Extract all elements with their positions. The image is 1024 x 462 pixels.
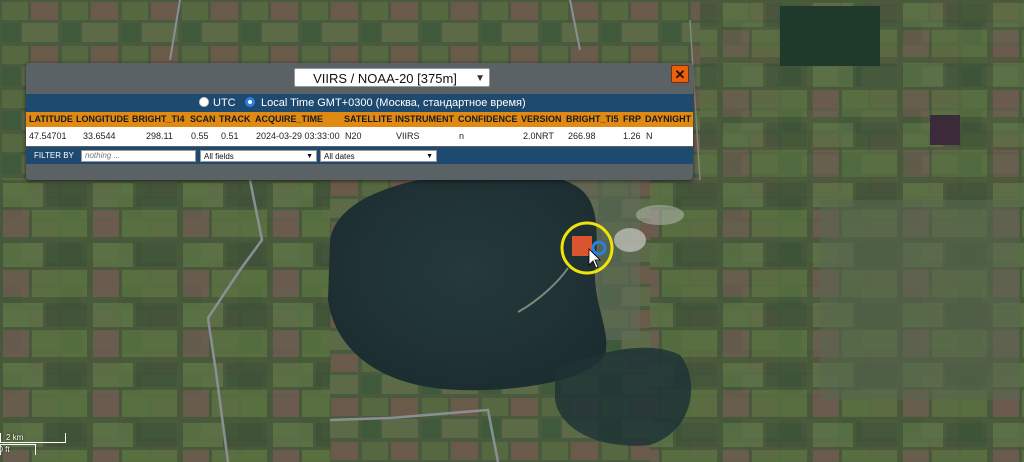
cell-daynight: N xyxy=(646,131,653,141)
cell-bright-ti5: 266.98 xyxy=(568,131,596,141)
chevron-down-icon: ▼ xyxy=(426,153,433,160)
column-header[interactable]: TRACK xyxy=(219,114,251,124)
fields-select-value: All fields xyxy=(204,152,234,161)
column-header[interactable]: FRP xyxy=(623,114,641,124)
filter-input[interactable] xyxy=(81,150,196,162)
column-header[interactable]: LONGITUDE xyxy=(76,114,129,124)
cell-frp: 1.26 xyxy=(623,131,641,141)
fields-select[interactable]: All fields ▼ xyxy=(200,150,317,162)
column-header[interactable]: ACQUIRE_TIME xyxy=(255,114,323,124)
cell-instrument: VIIRS xyxy=(396,131,420,141)
dates-select[interactable]: All dates ▼ xyxy=(320,150,437,162)
local-time-label: Local Time GMT+0300 (Москва, стандартное… xyxy=(261,97,526,109)
utc-radio[interactable] xyxy=(199,97,209,107)
panel-header: VIIRS / NOAA-20 [375m] ▼ ✕ xyxy=(26,63,693,93)
chevron-down-icon: ▼ xyxy=(475,73,485,84)
close-button[interactable]: ✕ xyxy=(671,65,689,83)
table-row[interactable]: 47.54701 33.6544 298.11 0.55 0.51 2024-0… xyxy=(26,127,693,146)
filter-bar: FILTER BY All fields ▼ All dates ▼ xyxy=(26,147,693,164)
scale-imperial-label: 00 ft xyxy=(0,445,10,454)
cell-bright-ti4: 298.11 xyxy=(146,131,173,141)
cell-version: 2.0NRT xyxy=(523,131,554,141)
filter-label: FILTER BY xyxy=(34,151,74,160)
column-header[interactable]: SCAN xyxy=(190,114,216,124)
cell-track: 0.51 xyxy=(221,131,239,141)
column-header[interactable]: VERSION xyxy=(521,114,562,124)
column-header[interactable]: CONFIDENCE xyxy=(458,114,518,124)
utc-label: UTC xyxy=(213,97,236,109)
chevron-down-icon: ▼ xyxy=(306,153,313,160)
cell-confidence: n xyxy=(459,131,465,141)
timezone-selector: UTC Local Time GMT+0300 (Москва, стандар… xyxy=(26,94,693,112)
column-header[interactable]: BRIGHT_TI4 xyxy=(132,114,185,124)
cell-scan: 0.55 xyxy=(191,131,209,141)
dataset-select-value: VIIRS / NOAA-20 [375m] xyxy=(313,71,457,86)
scale-bar: 2 km 00 ft xyxy=(0,430,70,462)
cell-satellite: N20 xyxy=(345,131,362,141)
cell-latitude: 47.54701 xyxy=(29,131,67,141)
local-time-radio[interactable] xyxy=(245,97,255,107)
fire-info-panel: VIIRS / NOAA-20 [375m] ▼ ✕ UTC Local Tim… xyxy=(26,63,693,180)
table-header: LATITUDE LONGITUDE BRIGHT_TI4 SCAN TRACK… xyxy=(26,112,693,127)
column-header[interactable]: INSTRUMENT xyxy=(395,114,454,124)
dates-select-value: All dates xyxy=(324,152,355,161)
dataset-select[interactable]: VIIRS / NOAA-20 [375m] ▼ xyxy=(294,68,490,87)
cell-longitude: 33.6544 xyxy=(83,131,116,141)
column-header[interactable]: SATELLITE xyxy=(344,114,392,124)
column-header[interactable]: BRIGHT_TI5 xyxy=(566,114,619,124)
scale-metric-label: 2 km xyxy=(6,433,24,442)
column-header[interactable]: LATITUDE xyxy=(29,114,73,124)
cell-acquire-time: 2024-03-29 03:33:00 xyxy=(256,131,340,141)
column-header[interactable]: DAYNIGHT xyxy=(645,114,691,124)
